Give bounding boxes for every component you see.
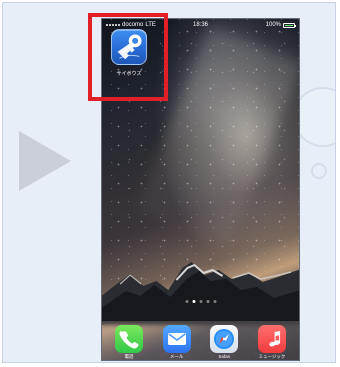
mail-icon-svg <box>167 333 186 345</box>
illustration-frame: docomo LTE 18:36 100% サイボウズ 電話 メール Safar… <box>2 2 336 363</box>
background-ring-icon <box>311 163 327 179</box>
phone-icon-svg <box>119 331 139 349</box>
dock-item-label: 電話 <box>124 354 134 359</box>
dock-item-label: ミュージック <box>258 354 286 359</box>
battery-percent: 100% <box>265 22 281 28</box>
status-time: 18:36 <box>192 22 209 28</box>
music-icon[interactable] <box>257 325 286 353</box>
safari-icon-svg <box>214 329 235 349</box>
music-icon-svg <box>269 331 281 347</box>
page-dot-active <box>192 300 195 303</box>
dock-item-phone[interactable]: 電話 <box>109 325 149 359</box>
phone-icon[interactable] <box>115 325 143 353</box>
page-dot <box>213 300 216 303</box>
battery-icon <box>283 22 296 28</box>
mountain-range <box>102 235 299 325</box>
battery-status: 100% <box>265 19 296 31</box>
page-dot <box>185 300 188 303</box>
dock-item-music[interactable]: ミュージック <box>252 325 292 359</box>
dock-item-safari[interactable]: Safari <box>204 325 244 359</box>
play-arrow-icon <box>19 131 71 191</box>
page-dot <box>199 300 202 303</box>
safari-icon[interactable] <box>210 325 239 353</box>
mail-icon[interactable] <box>162 325 191 353</box>
dock-items: 電話 メール Safari ミュージック <box>109 325 292 359</box>
dock-item-mail[interactable]: メール <box>157 325 197 359</box>
mountain-range-svg <box>102 262 299 325</box>
dock-item-label: Safari <box>218 354 231 359</box>
page-indicator <box>185 300 216 303</box>
dock-item-label: メール <box>169 354 184 359</box>
highlight-box <box>88 13 168 101</box>
page-dot <box>206 300 209 303</box>
dock: 電話 メール Safari ミュージック <box>102 321 299 360</box>
